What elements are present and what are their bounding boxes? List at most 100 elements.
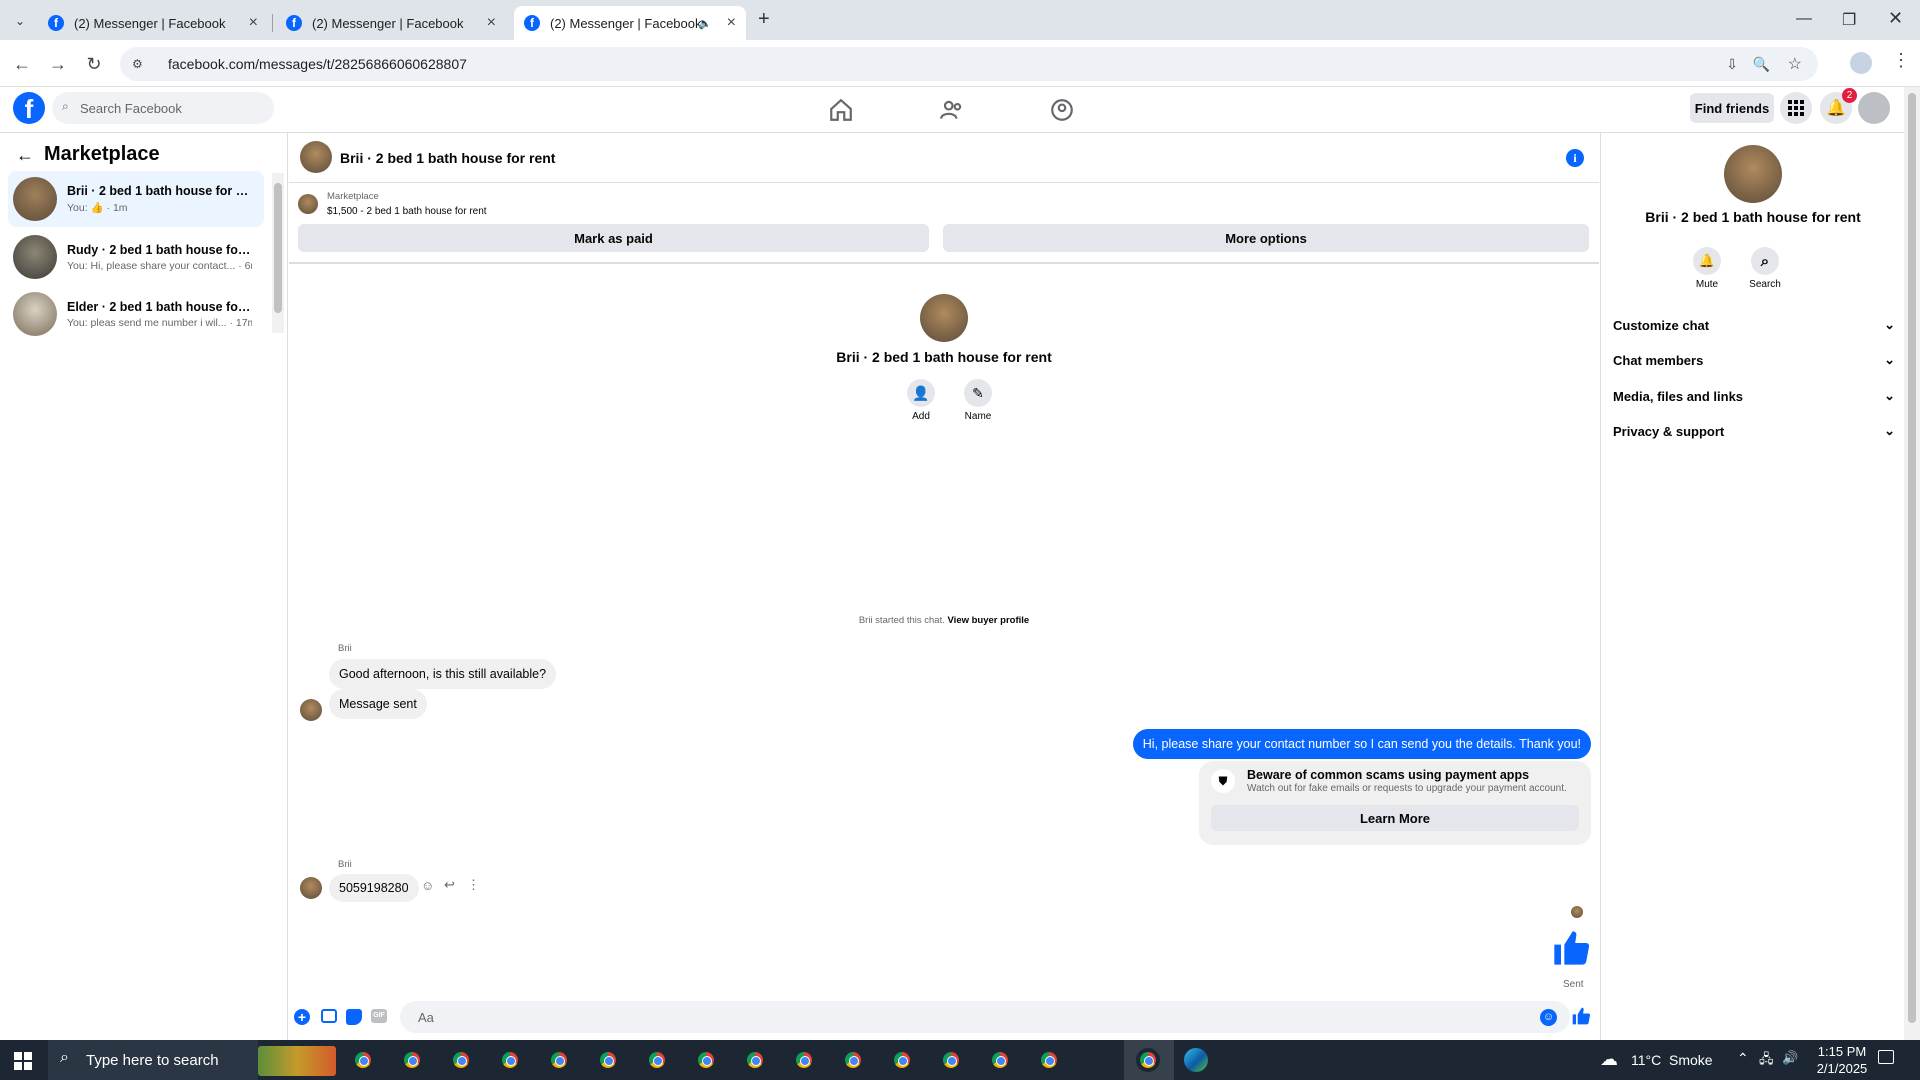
thread-item[interactable]: Brii · 2 bed 1 bath house for rent You: … <box>8 171 264 227</box>
browser-tab-1[interactable]: f (2) Messenger | Facebook × <box>38 6 268 40</box>
sticker-icon[interactable] <box>346 1009 362 1025</box>
chrome-icon[interactable] <box>547 1048 571 1072</box>
message-input[interactable]: Aa <box>400 1001 1570 1033</box>
chrome-icon[interactable] <box>743 1048 767 1072</box>
more-actions-plus-icon[interactable]: + <box>294 1009 310 1025</box>
account-avatar[interactable] <box>1858 92 1890 124</box>
browser-menu-icon[interactable]: ⋮ <box>1892 50 1910 71</box>
chrome-icon[interactable] <box>498 1048 522 1072</box>
my-message-bubble[interactable]: Hi, please share your contact number so … <box>1132 729 1591 759</box>
listing-thumbnail[interactable] <box>298 194 318 214</box>
like-thumb-icon[interactable] <box>1551 928 1591 968</box>
browser-tab-3[interactable]: f (2) Messenger | Facebook 🔈 × <box>514 6 746 40</box>
chrome-icon[interactable] <box>1136 1048 1160 1072</box>
more-actions-icon[interactable]: ⋮ <box>467 877 480 893</box>
clock-date[interactable]: 2/1/2025 <box>1808 1061 1876 1076</box>
listing-title[interactable]: $1,500 - 2 bed 1 bath house for rent <box>327 206 487 217</box>
reload-icon[interactable]: ↻ <box>82 52 106 76</box>
network-icon[interactable]: 🖧 <box>1759 1050 1774 1072</box>
browser-tab-2[interactable]: f (2) Messenger | Facebook × <box>276 6 506 40</box>
tray-chevron-icon[interactable]: ⌃ <box>1737 1050 1749 1067</box>
attach-photo-icon[interactable] <box>321 1009 337 1023</box>
info-icon[interactable]: i <box>1566 149 1584 167</box>
mark-as-paid-button[interactable]: Mark as paid <box>298 224 929 252</box>
notification-center-icon[interactable] <box>1878 1050 1894 1064</box>
groups-icon[interactable] <box>1049 97 1075 123</box>
windows-start-icon[interactable] <box>14 1052 32 1070</box>
news-widget-icon[interactable] <box>258 1046 336 1076</box>
more-options-button[interactable]: More options <box>943 224 1589 252</box>
react-icon[interactable]: ☺ <box>421 878 434 893</box>
back-arrow-icon[interactable]: ← <box>16 145 34 166</box>
chrome-icon[interactable] <box>792 1048 816 1072</box>
gif-icon[interactable]: GIF <box>371 1009 387 1023</box>
chat-avatar[interactable] <box>300 141 332 173</box>
home-icon[interactable] <box>828 97 854 123</box>
tab-search-button[interactable]: ⌄ <box>9 10 31 32</box>
menu-grid-button[interactable] <box>1780 92 1812 124</box>
close-window-icon[interactable]: ✕ <box>1888 8 1903 29</box>
customize-chat-section[interactable]: Customize chat ⌄ <box>1613 310 1895 340</box>
emoji-icon[interactable]: ☺ <box>1540 1009 1557 1026</box>
volume-icon[interactable]: 🔊 <box>1782 1050 1798 1066</box>
restore-window-icon[interactable]: ❐ <box>1842 10 1856 30</box>
send-like-button[interactable] <box>1571 1006 1591 1026</box>
chrome-icon[interactable] <box>645 1048 669 1072</box>
close-tab-icon[interactable]: × <box>727 14 736 32</box>
back-icon[interactable]: ← <box>10 52 34 76</box>
sender-avatar[interactable] <box>300 699 322 721</box>
facebook-search-input[interactable]: ⌕ Search Facebook <box>52 92 274 124</box>
chrome-icon[interactable] <box>841 1048 865 1072</box>
name-chat-button[interactable]: ✎ Name <box>956 379 1000 422</box>
details-avatar[interactable] <box>1724 145 1782 203</box>
thread-item[interactable]: Rudy · 2 bed 1 bath house for r... You: … <box>8 229 264 285</box>
zoom-icon[interactable]: 🔍 <box>1753 56 1770 73</box>
chrome-icon[interactable] <box>1037 1048 1061 1072</box>
weather-icon[interactable]: ☁ <box>1600 1049 1618 1070</box>
chrome-icon[interactable] <box>890 1048 914 1072</box>
friends-icon[interactable] <box>939 97 965 123</box>
chat-members-section[interactable]: Chat members ⌄ <box>1613 345 1895 375</box>
chat-title[interactable]: Brii · 2 bed 1 bath house for rent <box>340 150 555 166</box>
chrome-icon[interactable] <box>449 1048 473 1072</box>
forward-icon[interactable]: → <box>46 52 70 76</box>
chrome-icon[interactable] <box>939 1048 963 1072</box>
profile-icon[interactable] <box>1850 52 1872 74</box>
message-bubble[interactable]: 5059198280 <box>329 874 419 902</box>
chrome-icon[interactable] <box>596 1048 620 1072</box>
taskbar-search-box[interactable]: ⌕ Type here to search <box>48 1040 258 1080</box>
thread-item[interactable]: Elder · 2 bed 1 bath house for r... You:… <box>8 286 264 342</box>
learn-more-button[interactable]: Learn More <box>1211 805 1579 831</box>
scrollbar-thumb[interactable] <box>274 183 282 313</box>
close-tab-icon[interactable]: × <box>487 14 496 32</box>
message-bubble[interactable]: Good afternoon, is this still available? <box>329 659 557 689</box>
clock-time[interactable]: 1:15 PM <box>1808 1044 1876 1059</box>
install-app-icon[interactable]: ⇩ <box>1726 56 1738 73</box>
find-friends-button[interactable]: Find friends <box>1690 93 1774 123</box>
site-info-icon[interactable]: ⚙ <box>132 57 143 71</box>
edge-icon[interactable] <box>1184 1048 1208 1072</box>
media-files-links-section[interactable]: Media, files and links ⌄ <box>1613 381 1895 411</box>
chrome-icon[interactable] <box>988 1048 1012 1072</box>
view-buyer-profile-link[interactable]: View buyer profile <box>948 615 1030 626</box>
facebook-logo-icon[interactable]: f <box>13 92 45 124</box>
search-in-chat-button[interactable]: ⌕ Search <box>1744 247 1786 290</box>
chrome-icon[interactable] <box>351 1048 375 1072</box>
add-people-button[interactable]: 👤 Add <box>899 379 943 422</box>
chrome-icon[interactable] <box>400 1048 424 1072</box>
sender-avatar[interactable] <box>300 877 322 899</box>
bookmark-star-icon[interactable]: ☆ <box>1788 54 1802 74</box>
address-bar[interactable]: ⚙ facebook.com/messages/t/28256866060628… <box>120 47 1818 81</box>
message-bubble[interactable]: Message sent <box>329 689 427 719</box>
mute-button[interactable]: 🔔 Mute <box>1687 247 1727 290</box>
close-tab-icon[interactable]: × <box>249 14 258 32</box>
page-scrollbar[interactable] <box>1904 87 1920 1040</box>
thread-list-scrollbar[interactable] <box>272 173 284 333</box>
new-tab-button[interactable]: + <box>758 8 770 31</box>
chrome-icon[interactable] <box>694 1048 718 1072</box>
minimize-window-icon[interactable]: — <box>1796 10 1812 28</box>
reply-icon[interactable]: ↩ <box>444 877 455 893</box>
privacy-support-section[interactable]: Privacy & support ⌄ <box>1613 416 1895 446</box>
scrollbar-thumb[interactable] <box>1908 93 1916 1023</box>
weather-text[interactable]: 11°C Smoke <box>1631 1052 1713 1068</box>
